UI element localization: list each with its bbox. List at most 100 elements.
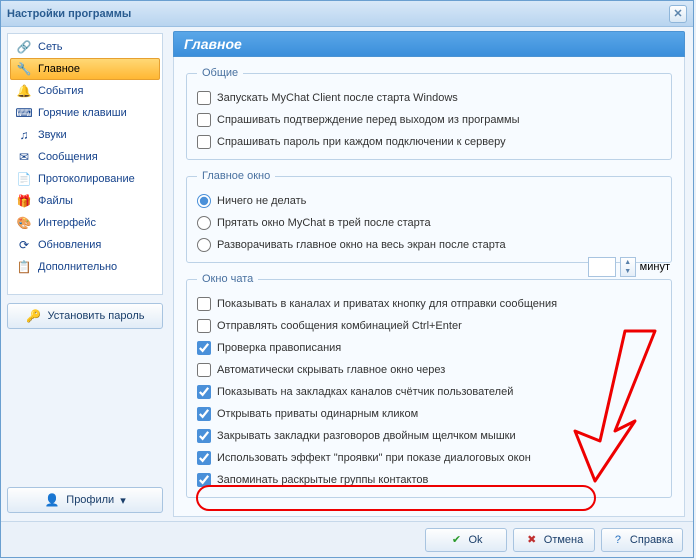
sidebar-item-7[interactable]: 🎁Файлы bbox=[10, 190, 160, 212]
titlebar: Настройки программы ✕ bbox=[1, 1, 693, 27]
help-icon: ? bbox=[611, 533, 625, 547]
cancel-label: Отмена bbox=[544, 534, 583, 546]
nav-label: События bbox=[38, 85, 83, 97]
help-button[interactable]: ? Справка bbox=[601, 528, 683, 552]
option-checkbox[interactable] bbox=[197, 473, 211, 487]
option-checkbox[interactable] bbox=[197, 407, 211, 421]
option-label[interactable]: Запускать MyChat Client после старта Win… bbox=[217, 92, 458, 104]
option-label[interactable]: Ничего не делать bbox=[217, 195, 306, 207]
option-checkbox[interactable] bbox=[197, 113, 211, 127]
spin-up-icon: ▲ bbox=[621, 258, 635, 267]
nav-icon: 🎨 bbox=[16, 215, 32, 231]
cancel-button[interactable]: ✖Отмена bbox=[513, 528, 595, 552]
option-checkbox[interactable] bbox=[197, 363, 211, 377]
option-checkbox[interactable] bbox=[197, 91, 211, 105]
option-checkbox[interactable] bbox=[197, 319, 211, 333]
nav-label: Файлы bbox=[38, 195, 73, 207]
nav-icon: ⌨ bbox=[16, 105, 32, 121]
option-label[interactable]: Проверка правописания bbox=[217, 342, 341, 354]
sidebar-item-0[interactable]: 🔗Сеть bbox=[10, 36, 160, 58]
sidebar-item-2[interactable]: 🔔 События bbox=[10, 80, 160, 102]
nav-icon: 🔧 bbox=[16, 61, 32, 77]
close-icon: ✕ bbox=[673, 7, 682, 20]
option-label[interactable]: Показывать на закладках каналов счётчик … bbox=[217, 386, 513, 398]
option-label[interactable]: Разворачивать главное окно на весь экран… bbox=[217, 239, 506, 251]
sidebar-item-8[interactable]: 🎨 Интерфейс bbox=[10, 212, 160, 234]
sidebar-item-6[interactable]: 📄Протоколирование bbox=[10, 168, 160, 190]
option-label[interactable]: Отправлять сообщения комбинацией Ctrl+En… bbox=[217, 320, 462, 332]
option-radio[interactable] bbox=[197, 194, 211, 208]
sidebar-item-10[interactable]: 📋 Дополнительно bbox=[10, 256, 160, 278]
close-button[interactable]: ✕ bbox=[669, 5, 687, 23]
option-row: Использовать эффект "проявки" при показе… bbox=[197, 447, 661, 469]
window-title: Настройки программы bbox=[7, 8, 131, 20]
option-checkbox[interactable] bbox=[197, 429, 211, 443]
option-row: Спрашивать пароль при каждом подключении… bbox=[197, 131, 661, 153]
sidebar-item-4[interactable]: ♫Звуки bbox=[10, 124, 160, 146]
settings-window: Настройки программы ✕ 🔗Сеть 🔧 Главное 🔔 Собы… bbox=[0, 0, 694, 558]
option-checkbox[interactable] bbox=[197, 135, 211, 149]
option-label[interactable]: Спрашивать пароль при каждом подключении… bbox=[217, 136, 506, 148]
profiles-button[interactable]: 👤 Профили ▾ bbox=[7, 487, 163, 513]
option-label[interactable]: Показывать в каналах и приватах кнопку д… bbox=[217, 298, 557, 310]
spin-buttons[interactable]: ▲▼ bbox=[620, 257, 636, 277]
footer: ✔Ok ✖Отмена ? Справка bbox=[1, 521, 693, 557]
nav-label: Горячие клавиши bbox=[38, 107, 127, 119]
option-checkbox[interactable] bbox=[197, 297, 211, 311]
option-row: Ничего не делать bbox=[197, 190, 661, 212]
group-mainwin: Главное окно Ничего не делать Прятать окн… bbox=[186, 170, 672, 263]
option-row: Открывать приваты одинарным кликом bbox=[197, 403, 661, 425]
option-label[interactable]: Использовать эффект "проявки" при показе… bbox=[217, 452, 531, 464]
option-label[interactable]: Запоминать раскрытые группы контактов bbox=[217, 474, 428, 486]
group-chat: Окно чата Показывать в каналах и привата… bbox=[186, 273, 672, 498]
key-icon: 🔑 bbox=[25, 308, 41, 324]
nav-label: Обновления bbox=[38, 239, 101, 251]
group-general-legend: Общие bbox=[197, 67, 243, 79]
sidebar-item-5[interactable]: ✉Сообщения bbox=[10, 146, 160, 168]
nav-label: Протоколирование bbox=[38, 173, 135, 185]
option-row: Отправлять сообщения комбинацией Ctrl+En… bbox=[197, 315, 661, 337]
nav-label: Главное bbox=[38, 63, 80, 75]
nav-label: Интерфейс bbox=[38, 217, 96, 229]
window-body: 🔗Сеть 🔧 Главное 🔔 События ⌨ Горячие клавиши ♫Зв… bbox=[1, 27, 693, 521]
ok-button[interactable]: ✔Ok bbox=[425, 528, 507, 552]
nav-label: Дополнительно bbox=[38, 261, 117, 273]
dropdown-icon: ▾ bbox=[120, 494, 126, 507]
option-row: Спрашивать подтверждение перед выходом и… bbox=[197, 109, 661, 131]
option-label[interactable]: Открывать приваты одинарным кликом bbox=[217, 408, 418, 420]
nav-icon: ✉ bbox=[16, 149, 32, 165]
help-label: Справка bbox=[630, 534, 673, 546]
option-checkbox[interactable] bbox=[197, 341, 211, 355]
option-label[interactable]: Спрашивать подтверждение перед выходом и… bbox=[217, 114, 519, 126]
group-mainwin-legend: Главное окно bbox=[197, 170, 275, 182]
option-radio[interactable] bbox=[197, 238, 211, 252]
nav-icon: ♫ bbox=[16, 127, 32, 143]
page-title: Главное bbox=[173, 31, 685, 57]
nav-icon: ⟳ bbox=[16, 237, 32, 253]
option-row: Показывать на закладках каналов счётчик … bbox=[197, 381, 661, 403]
sidebar-item-1[interactable]: 🔧 Главное bbox=[10, 58, 160, 80]
user-icon: 👤 bbox=[44, 492, 60, 508]
set-password-button[interactable]: 🔑 Установить пароль bbox=[7, 303, 163, 329]
option-row: Показывать в каналах и приватах кнопку д… bbox=[197, 293, 661, 315]
option-checkbox[interactable] bbox=[197, 385, 211, 399]
nav-icon: 🔔 bbox=[16, 83, 32, 99]
option-row: Закрывать закладки разговоров двойным ще… bbox=[197, 425, 661, 447]
option-checkbox[interactable] bbox=[197, 451, 211, 465]
sidebar-item-9[interactable]: ⟳ Обновления bbox=[10, 234, 160, 256]
ok-label: Ok bbox=[468, 534, 482, 546]
main-area: Главное Общие Запускать MyChat Client по… bbox=[169, 27, 693, 521]
option-label[interactable]: Прятать окно MyChat в трей после старта bbox=[217, 217, 431, 229]
group-chat-legend: Окно чата bbox=[197, 273, 258, 285]
hide-delay-input[interactable] bbox=[588, 257, 616, 277]
profiles-label: Профили bbox=[66, 494, 114, 506]
spin-down-icon: ▼ bbox=[621, 267, 635, 276]
hide-delay-spinner: ▲▼ минут bbox=[588, 257, 670, 277]
option-label[interactable]: Автоматически скрывать главное окно чере… bbox=[217, 364, 445, 376]
sidebar-item-3[interactable]: ⌨ Горячие клавиши bbox=[10, 102, 160, 124]
option-label[interactable]: Закрывать закладки разговоров двойным ще… bbox=[217, 430, 516, 442]
nav-label: Сеть bbox=[38, 41, 62, 53]
option-radio[interactable] bbox=[197, 216, 211, 230]
spin-unit: минут bbox=[640, 261, 670, 273]
nav-icon: 📋 bbox=[16, 259, 32, 275]
